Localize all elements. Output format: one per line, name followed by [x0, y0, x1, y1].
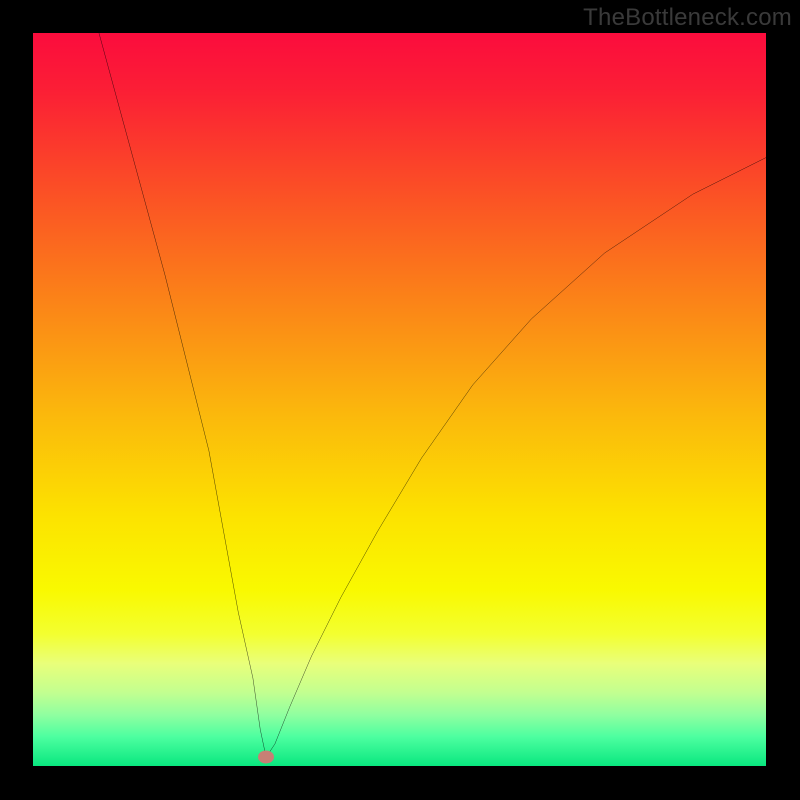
chart-plot-area	[33, 33, 766, 766]
curve-line	[99, 33, 766, 757]
watermark-text: TheBottleneck.com	[583, 4, 792, 32]
chart-frame: TheBottleneck.com	[0, 0, 800, 800]
bottleneck-curve	[33, 33, 766, 766]
min-point-marker	[258, 751, 274, 764]
